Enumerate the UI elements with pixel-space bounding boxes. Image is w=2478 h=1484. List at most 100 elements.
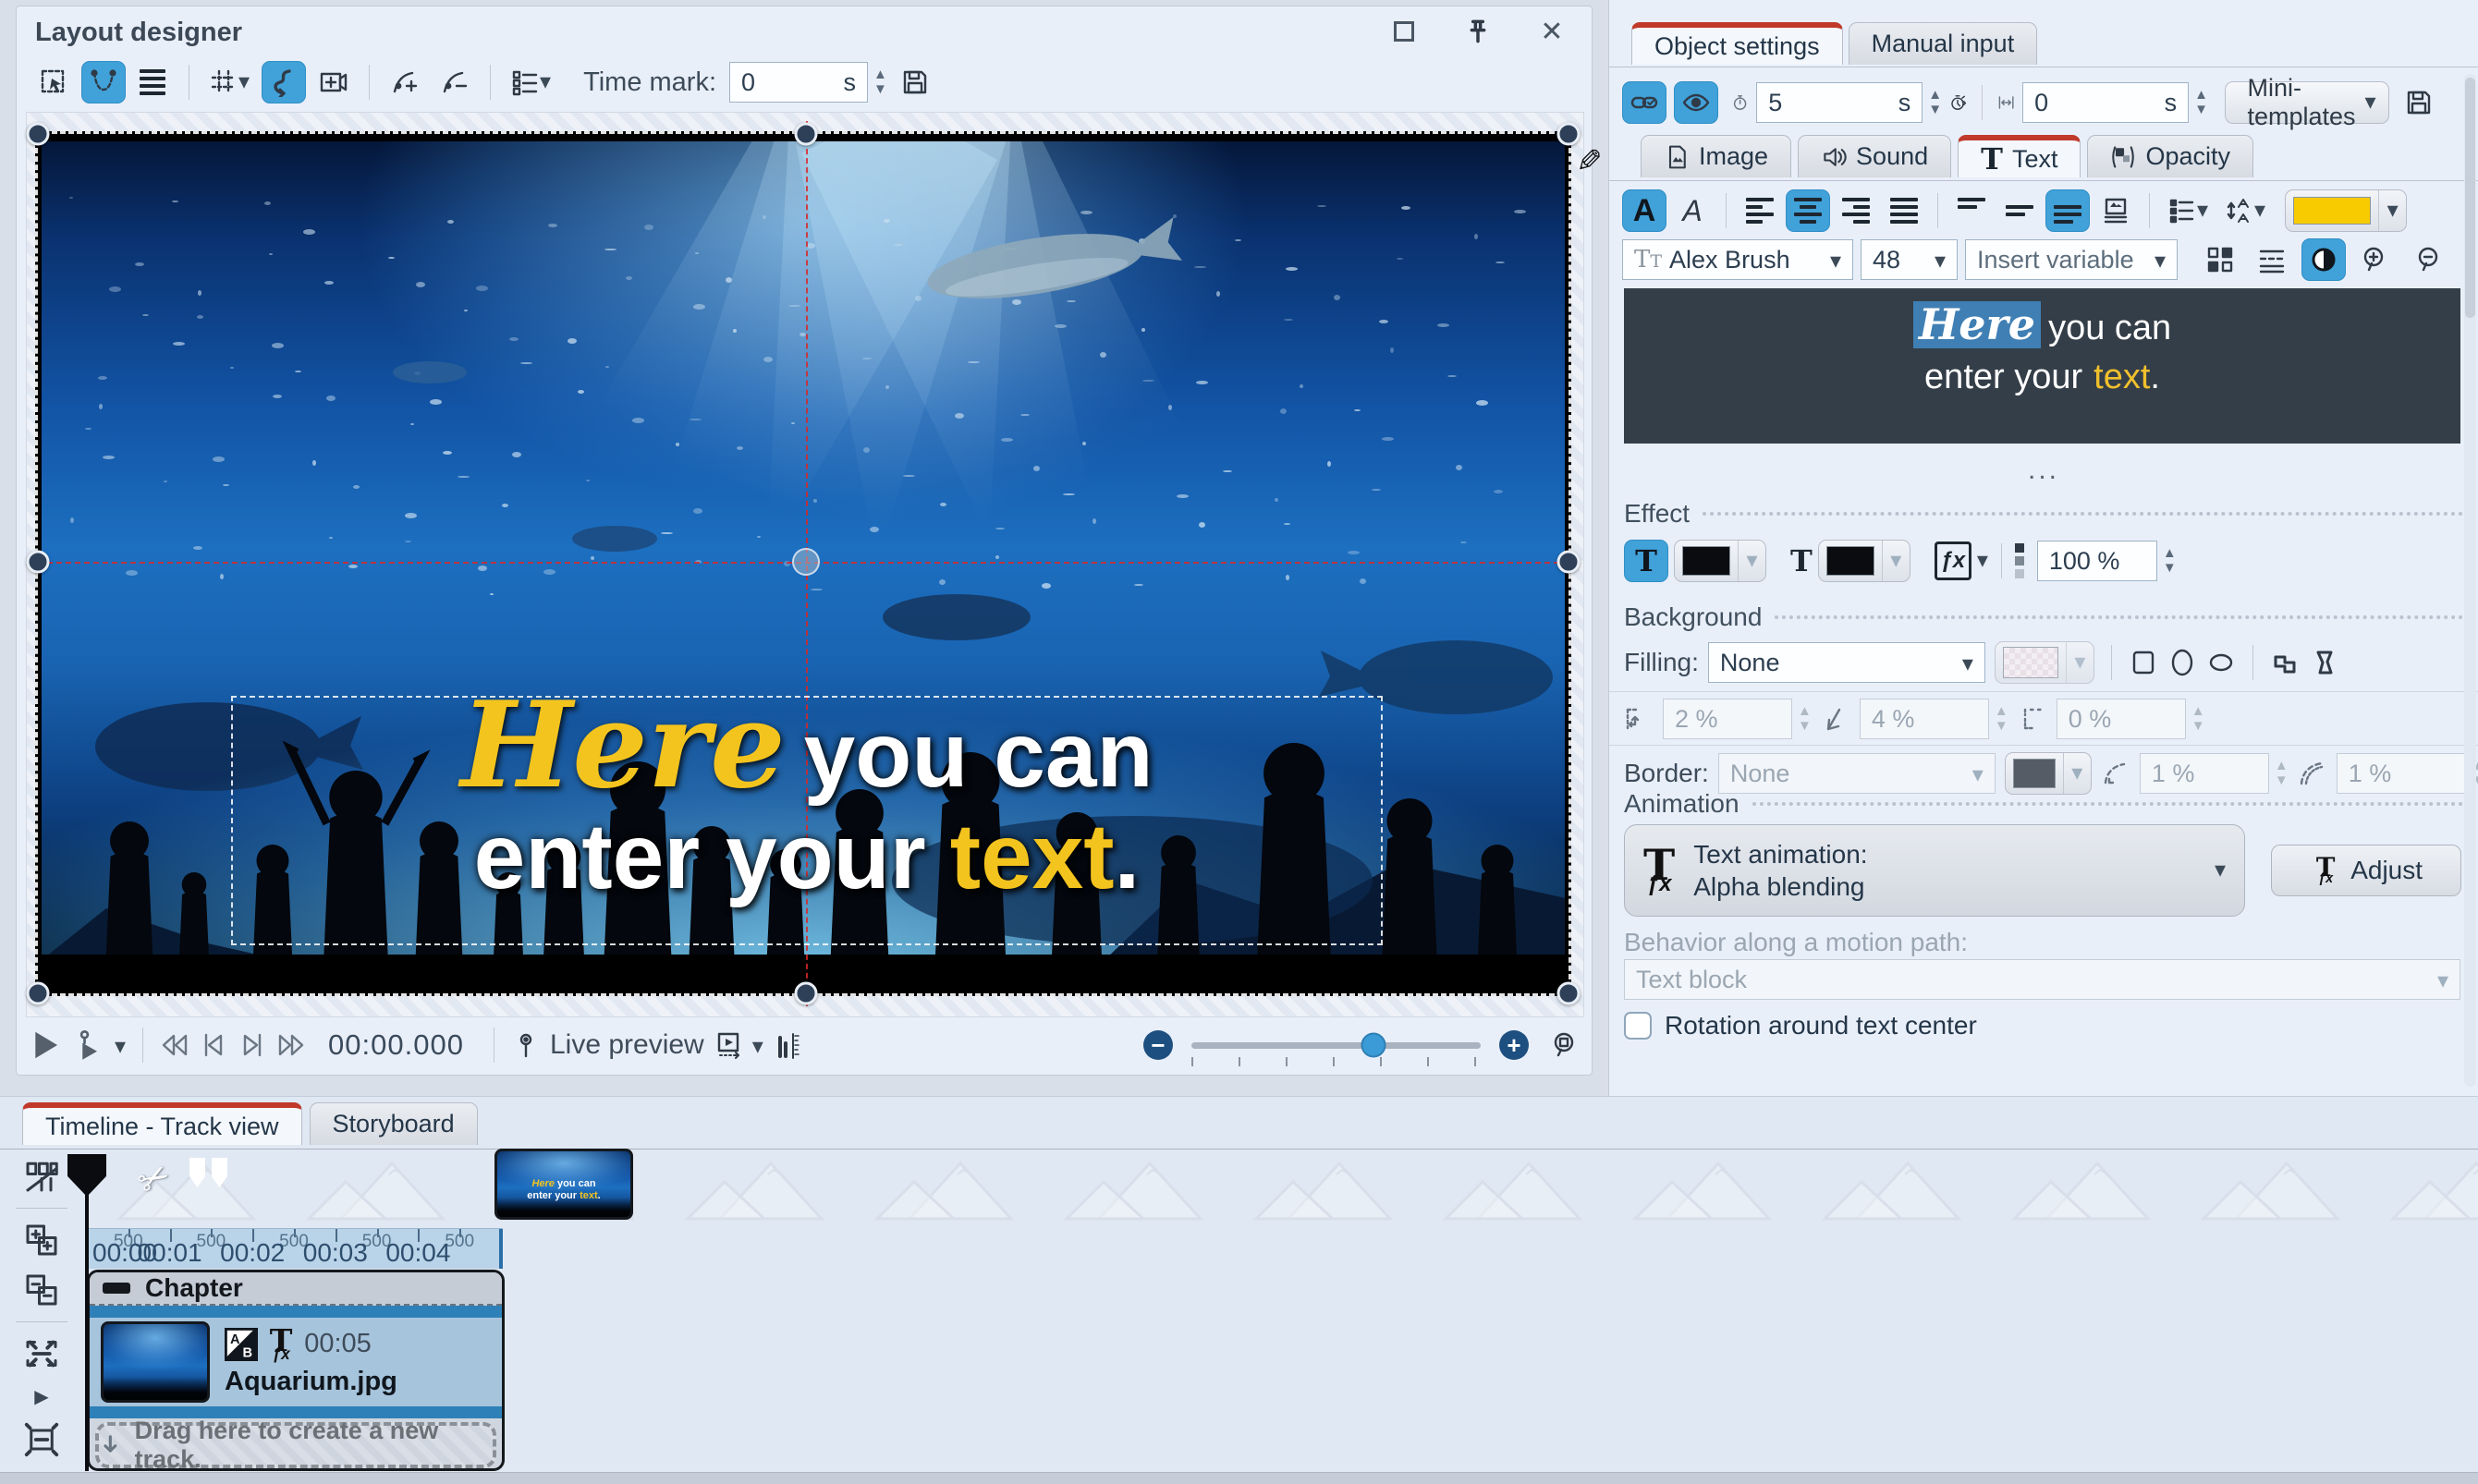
marker-flags-icon[interactable]	[189, 1158, 227, 1187]
play-from-marker-button[interactable]	[72, 1028, 105, 1062]
tab-object-settings[interactable]: Object settings	[1631, 22, 1843, 65]
italic-button[interactable]: A	[1670, 189, 1715, 232]
time-mark-spinner[interactable]: ▲▼	[873, 69, 887, 95]
clip-aquarium[interactable]: AB Tƒx 00:05 Aquarium.jpg	[90, 1306, 502, 1418]
valign-bottom-button[interactable]	[2045, 189, 2090, 232]
resize-handle-sw[interactable]	[27, 982, 50, 1005]
collapse-all-icon[interactable]	[23, 1271, 60, 1308]
rotation-checkbox[interactable]	[1624, 1012, 1652, 1040]
play-button[interactable]	[28, 1028, 63, 1063]
slide-thumbnail[interactable]: Here you can enter your text.	[494, 1149, 633, 1220]
preview-window-icon[interactable]	[714, 1030, 743, 1060]
text-animation-select[interactable]: Tƒx Text animation: Alpha blending	[1624, 824, 2245, 917]
resize-handle-s[interactable]	[795, 982, 818, 1005]
effect-fx-button[interactable]: ƒx	[1935, 541, 1971, 580]
curve-tool-button[interactable]	[81, 61, 126, 103]
canvas-text-rest[interactable]: you can	[804, 709, 1154, 801]
motion-path-button[interactable]	[262, 61, 306, 103]
resize-handle-ne[interactable]	[1557, 123, 1581, 146]
preview-accent[interactable]: text	[2093, 358, 2150, 397]
zoom-out-text-button[interactable]	[2405, 238, 2449, 281]
tab-timeline-track-view[interactable]: Timeline - Track view	[22, 1102, 302, 1145]
add-keypoint-button[interactable]	[383, 61, 427, 103]
live-preview-pin-icon[interactable]	[511, 1030, 541, 1060]
object-list-button[interactable]	[504, 61, 557, 103]
pin-icon[interactable]	[1462, 16, 1494, 47]
preview-expander[interactable]: ...	[1609, 455, 2478, 486]
valign-middle-button[interactable]	[1997, 189, 2042, 232]
fast-forward-button[interactable]	[276, 1030, 306, 1060]
text-wrap-image-button[interactable]	[2093, 189, 2138, 232]
live-preview-label[interactable]: Live preview	[550, 1029, 704, 1061]
padding3-input[interactable]: 0 % ▲▼	[2057, 699, 2205, 739]
font-color-picker[interactable]	[2285, 189, 2407, 232]
padding2-input[interactable]: 4 % ▲▼	[1860, 699, 2008, 739]
character-map-button[interactable]	[2198, 238, 2242, 281]
duration-input[interactable]: 5s ▲▼	[1756, 82, 1942, 123]
grid-button[interactable]	[202, 61, 256, 103]
play-options-dropdown[interactable]	[115, 1029, 126, 1061]
bold-button[interactable]: A	[1622, 189, 1666, 232]
zoom-out-tracks-icon[interactable]	[23, 1421, 60, 1458]
canvas-text-period[interactable]: .	[1115, 810, 1141, 903]
list-style-button[interactable]	[2161, 189, 2215, 232]
object-center-handle[interactable]	[792, 548, 820, 576]
padding1-input[interactable]: 2 % ▲▼	[1663, 699, 1812, 739]
visibility-toggle[interactable]	[1674, 81, 1718, 124]
border-width2-input[interactable]: 1 % ▲▼	[2337, 753, 2478, 794]
preview-dropdown[interactable]	[752, 1029, 763, 1061]
time-mark-input[interactable]: 0s ▲▼	[729, 62, 887, 103]
statistics-icon[interactable]	[773, 1030, 802, 1060]
effect-opacity-input[interactable]: 100 % ▲▼	[2037, 541, 2177, 581]
tab-storyboard[interactable]: Storyboard	[310, 1102, 478, 1145]
justify-button[interactable]	[1882, 189, 1926, 232]
align-center-button[interactable]	[1786, 189, 1830, 232]
rewind-button[interactable]	[160, 1030, 189, 1060]
fit-zoom-icon[interactable]	[1551, 1030, 1581, 1060]
behavior-select[interactable]: Text block	[1624, 959, 2460, 1000]
align-left-button[interactable]	[1738, 189, 1782, 232]
effect-fx-dropdown[interactable]	[1977, 550, 1988, 572]
expand-all-icon[interactable]	[23, 1222, 60, 1259]
tab-opacity[interactable]: Opacity	[2087, 135, 2253, 177]
adjust-animation-button[interactable]: Tƒx Adjust	[2271, 845, 2461, 896]
offset-input[interactable]: 0s ▲▼	[2022, 82, 2208, 123]
next-button[interactable]	[238, 1030, 267, 1060]
mini-templates-button[interactable]: Mini-templates	[2225, 81, 2389, 124]
ab-transition-icon[interactable]: AB	[225, 1328, 258, 1361]
border-select[interactable]: None	[1718, 753, 1996, 794]
tab-sound[interactable]: Sound	[1798, 135, 1951, 177]
canvas-text-accent[interactable]: text	[950, 810, 1115, 903]
filling-color[interactable]	[1995, 641, 2094, 684]
maximize-icon[interactable]	[1388, 16, 1420, 47]
valign-top-button[interactable]	[1949, 189, 1994, 232]
timeline-ruler[interactable]: 50000:0050000:0150000:0250000:0350000:04	[87, 1228, 503, 1269]
tab-image[interactable]: Image	[1641, 135, 1791, 177]
track-options-icon[interactable]	[23, 1158, 60, 1195]
panel-scrollbar-thumb[interactable]	[2465, 78, 2475, 318]
font-family-select[interactable]: TT Alex Brush	[1622, 239, 1853, 280]
expand-arrow-icon[interactable]: ▶	[34, 1385, 48, 1408]
previous-button[interactable]	[199, 1030, 228, 1060]
select-tool-button[interactable]	[31, 61, 76, 103]
save-layout-button[interactable]	[893, 61, 937, 103]
text-layout-button[interactable]	[2250, 238, 2294, 281]
line-spacing-button[interactable]	[2218, 189, 2272, 232]
contrast-button[interactable]	[2301, 238, 2346, 281]
align-right-button[interactable]	[1834, 189, 1878, 232]
chapter-header[interactable]: Chapter	[90, 1272, 502, 1306]
smart-duration-icon[interactable]	[1949, 88, 1967, 117]
zoom-fit-tracks-icon[interactable]	[23, 1335, 60, 1372]
zoom-out-button[interactable]: −	[1143, 1030, 1173, 1060]
tab-manual-input[interactable]: Manual input	[1849, 22, 2038, 65]
tab-text[interactable]: T Text	[1958, 135, 2081, 177]
preview-script-word[interactable]: Here	[1913, 301, 2041, 348]
preview-period[interactable]: .	[2150, 358, 2160, 397]
preview-rest[interactable]: you can	[2048, 309, 2171, 348]
filling-select[interactable]: None	[1708, 642, 1985, 683]
text-object-selection[interactable]: Here you can enter your text .	[231, 696, 1383, 945]
resize-handle-n[interactable]	[795, 123, 818, 146]
close-icon[interactable]: ✕	[1536, 16, 1568, 47]
resize-handle-nw[interactable]	[27, 123, 50, 146]
text-preview[interactable]: Here you can enter your text .	[1624, 288, 2460, 444]
